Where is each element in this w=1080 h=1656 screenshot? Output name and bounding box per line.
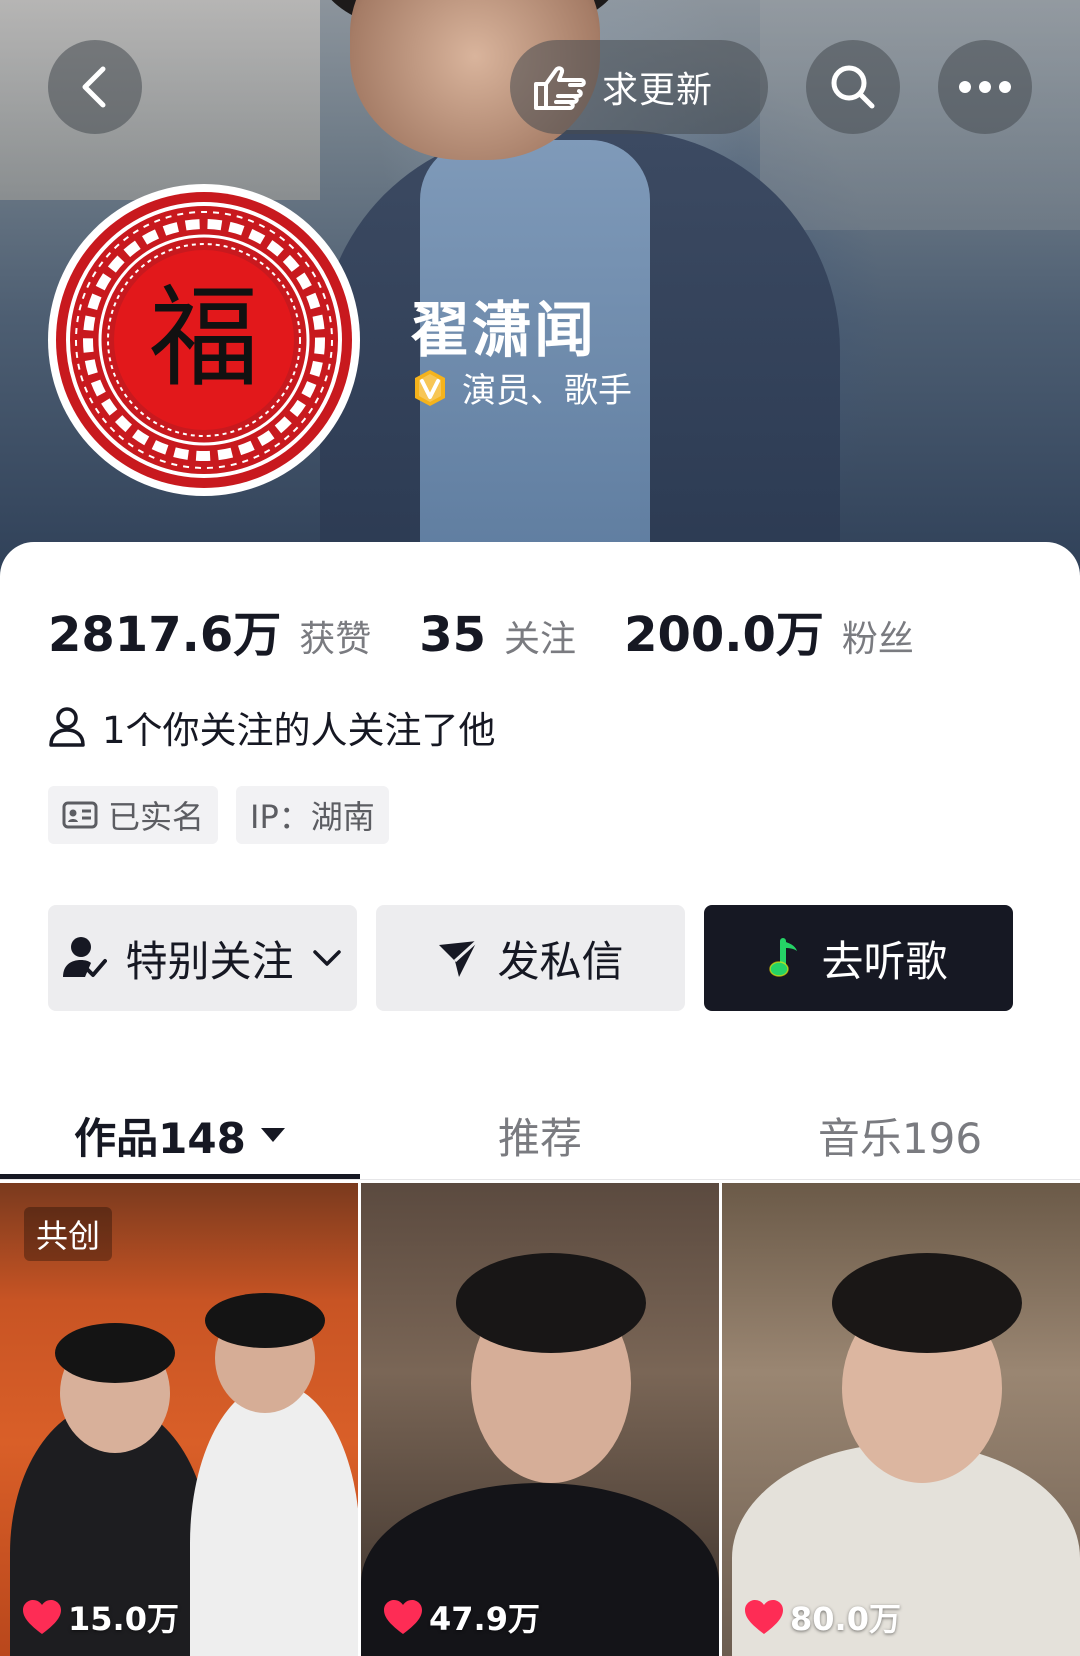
realname-tag: 已实名 [48, 786, 219, 844]
verification-text: 演员、歌手 [462, 371, 632, 411]
video-thumbnail[interactable]: 47.9万 [361, 1183, 719, 1656]
video-person-hair [832, 1253, 1022, 1353]
tab-recommend[interactable]: 推荐 [360, 1090, 720, 1180]
stat-followers-label: 粉丝 [841, 619, 914, 660]
listen-music-label: 去听歌 [821, 936, 948, 986]
stat-likes-value: 2817.6万 [48, 607, 282, 663]
special-follow-label: 特别关注 [125, 936, 294, 986]
avatar-fu-text: 福 [149, 274, 259, 402]
listen-music-button[interactable]: 去听歌 [704, 905, 1013, 1011]
user-icon [49, 707, 85, 747]
tab-recommend-label: 推荐 [497, 1113, 582, 1163]
music-note-icon [769, 938, 798, 977]
action-buttons: 特别关注 发私信 去听歌 [48, 905, 1013, 1011]
heart-icon [384, 1600, 422, 1634]
ip-tag-text: IP：湖南 [250, 798, 375, 836]
send-icon [439, 939, 479, 977]
verification-row: 演员、歌手 [410, 363, 632, 412]
chevron-down-icon [312, 950, 341, 966]
stat-followers[interactable]: 200.0万 粉丝 [624, 595, 914, 665]
video-grid: 共创 15.0万 47.9万 80.0万 [0, 1183, 1080, 1656]
more-button[interactable] [938, 40, 1032, 134]
hand-point-icon [534, 66, 586, 110]
verified-icon [415, 369, 445, 406]
co-creation-text: 共创 [36, 1217, 101, 1255]
stats-row: 2817.6万 获赞 35 关注 200.0万 粉丝 [48, 595, 962, 665]
content-tabs: 作品148 推荐 音乐196 [0, 1090, 1080, 1180]
video-person-left-hair [55, 1323, 175, 1383]
co-creation-badge: 共创 [24, 1207, 113, 1261]
more-icon [959, 81, 1011, 93]
heart-icon [23, 1600, 61, 1634]
video-thumbnail[interactable]: 共创 15.0万 [0, 1183, 358, 1656]
video-person-right-hair [205, 1293, 325, 1348]
video-likes-count: 47.9万 [429, 1600, 540, 1638]
back-icon [82, 66, 106, 108]
search-button[interactable] [806, 40, 900, 134]
request-update-button[interactable]: 求更新 [510, 40, 768, 134]
video-thumbnail[interactable]: 80.0万 [722, 1183, 1080, 1656]
stat-followers-value: 200.0万 [624, 607, 824, 663]
realname-tag-text: 已实名 [108, 798, 205, 836]
caret-down-icon [260, 1128, 285, 1142]
avatar[interactable]: 福 [48, 184, 360, 496]
heart-icon [745, 1600, 783, 1634]
user-check-icon [63, 937, 108, 977]
stat-likes-label: 获赞 [299, 619, 372, 660]
cover-background-left [0, 0, 320, 200]
stat-following-label: 关注 [504, 619, 577, 660]
search-icon [831, 65, 875, 109]
video-likes-count: 15.0万 [68, 1600, 179, 1638]
send-message-button[interactable]: 发私信 [376, 905, 685, 1011]
profile-tags: 已实名 IP：湖南 [48, 786, 389, 844]
tab-works[interactable]: 作品148 [0, 1090, 360, 1180]
stat-following[interactable]: 35 关注 [419, 607, 576, 663]
tab-works-label: 作品148 [74, 1113, 246, 1163]
mutual-follow-row[interactable]: 1个你关注的人关注了他 [48, 700, 496, 754]
video-likes: 80.0万 [744, 1594, 901, 1640]
request-update-label: 求更新 [602, 70, 714, 111]
video-person-right [190, 1383, 358, 1656]
profile-name: 翟潇闻 [410, 296, 596, 366]
video-person-hair [456, 1253, 646, 1353]
video-likes: 47.9万 [383, 1594, 540, 1640]
video-likes-count: 80.0万 [790, 1600, 901, 1638]
cover-background-right [760, 0, 1080, 230]
mutual-follow-text: 1个你关注的人关注了他 [102, 709, 496, 752]
special-follow-button[interactable]: 特别关注 [48, 905, 357, 1011]
send-message-label: 发私信 [497, 936, 624, 986]
ip-tag: IP：湖南 [236, 786, 389, 844]
stat-following-value: 35 [419, 607, 487, 663]
stat-likes: 2817.6万 获赞 [48, 595, 371, 665]
id-card-icon [62, 801, 98, 829]
avatar-image: 福 [56, 192, 352, 488]
tab-music-label: 音乐196 [817, 1113, 983, 1163]
back-button[interactable] [48, 40, 142, 134]
video-likes: 15.0万 [22, 1594, 179, 1640]
tab-music[interactable]: 音乐196 [720, 1090, 1080, 1180]
tab-divider [0, 1179, 1080, 1180]
